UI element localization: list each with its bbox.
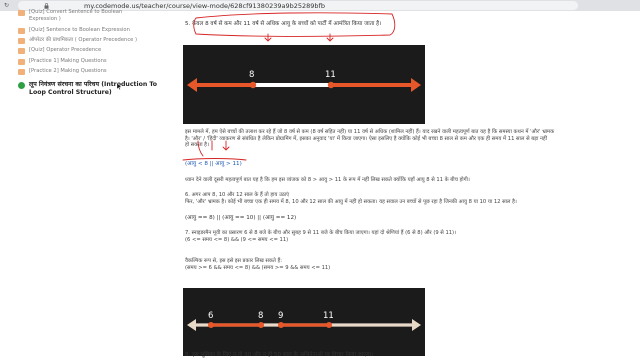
- number-line-image-1: 8 11: [183, 45, 425, 124]
- point-8: [258, 322, 264, 328]
- mouse-cursor-icon: [117, 83, 122, 90]
- lesson-icon: [18, 38, 25, 44]
- tick-label-9: 9: [278, 311, 283, 321]
- quiz-icon: [18, 48, 25, 54]
- sidebar-item-quiz-operator[interactable]: [Quiz] Operator Precedence: [18, 47, 101, 54]
- point-11: [327, 81, 335, 89]
- paragraph-2: ध्यान देने वाली दूसरी महत्वपूर्ण बात यह …: [185, 177, 470, 183]
- practice-icon: [18, 69, 25, 75]
- tick-label-6: 6: [208, 311, 213, 321]
- quiz-icon: [18, 28, 25, 34]
- question-5: 5. केवल 8 वर्ष से कम और 11 वर्ष से अधिक …: [185, 21, 382, 27]
- tick-label-8: 8: [258, 311, 263, 321]
- tick-label-8: 8: [249, 70, 254, 80]
- point-9: [278, 322, 284, 328]
- tick-label-11: 11: [323, 311, 334, 321]
- tick-label-11: 11: [325, 70, 336, 80]
- sidebar-item-quiz-sentence[interactable]: [Quiz] Sentence to Boolean Expression: [18, 27, 130, 34]
- reload-icon[interactable]: ↻: [4, 2, 9, 9]
- sidebar-item-practice-1[interactable]: [Practice 1] Making Questions: [18, 58, 107, 65]
- sidebar-item-quiz-convert[interactable]: [Quiz] Convert Sentence to Boolean: [18, 9, 122, 16]
- current-lesson-icon: [18, 82, 25, 89]
- point-11: [326, 322, 332, 328]
- point-6: [208, 322, 214, 328]
- question-7: 7. स्नाइडरमैन मूवी का प्रसारण 6 से 8 बजे…: [185, 230, 457, 243]
- practice-icon: [18, 59, 25, 65]
- quiz-icon: [18, 10, 25, 16]
- course-sidebar: [Quiz] Convert Sentence to Boolean Expre…: [0, 9, 170, 360]
- sidebar-item-expression[interactable]: Expression ): [29, 16, 61, 23]
- sidebar-item-practice-2[interactable]: [Practice 2] Making Questions: [18, 68, 107, 75]
- point-8: [249, 81, 257, 89]
- alternative-expression: वैकल्पिक रूप से, इस इसे इस प्रकार लिख सक…: [185, 258, 331, 271]
- lesson-content: 5. केवल 8 वर्ष से कम और 11 वर्ष से अधिक …: [170, 11, 640, 360]
- sidebar-item-operator-precedence[interactable]: ऑपरेटर की प्राथमिकता ( Operator Preceden…: [18, 37, 137, 44]
- expression-2: (आयु == 8) || (आयु == 10) || (आयु == 12): [185, 215, 297, 221]
- paragraph-1: इस मामले में, हम ऐसे बच्चों की तलाश कर र…: [185, 129, 555, 149]
- expression-1: (आयु < 8 || आयु > 11): [185, 161, 242, 167]
- number-line-image-2: 6 8 9 11: [183, 288, 425, 356]
- question-8: 8. इस भूमिका के लिए न तो 30 और न ही 50 स…: [185, 352, 374, 358]
- question-6: 6. अगर आप 8, 10 और 12 साल के हैं तो हाय …: [185, 192, 517, 205]
- sidebar-item-current-lesson[interactable]: लूप नियंत्रण संरचना का परिचय (Introducti…: [18, 81, 169, 97]
